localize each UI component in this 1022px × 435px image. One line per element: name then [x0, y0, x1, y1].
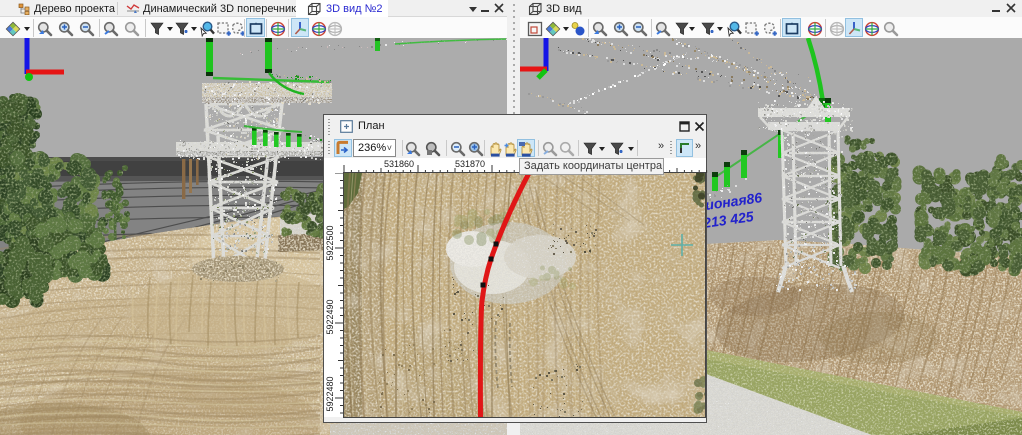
- svg-text:531860: 531860: [384, 159, 414, 169]
- svg-text:531870: 531870: [455, 159, 485, 169]
